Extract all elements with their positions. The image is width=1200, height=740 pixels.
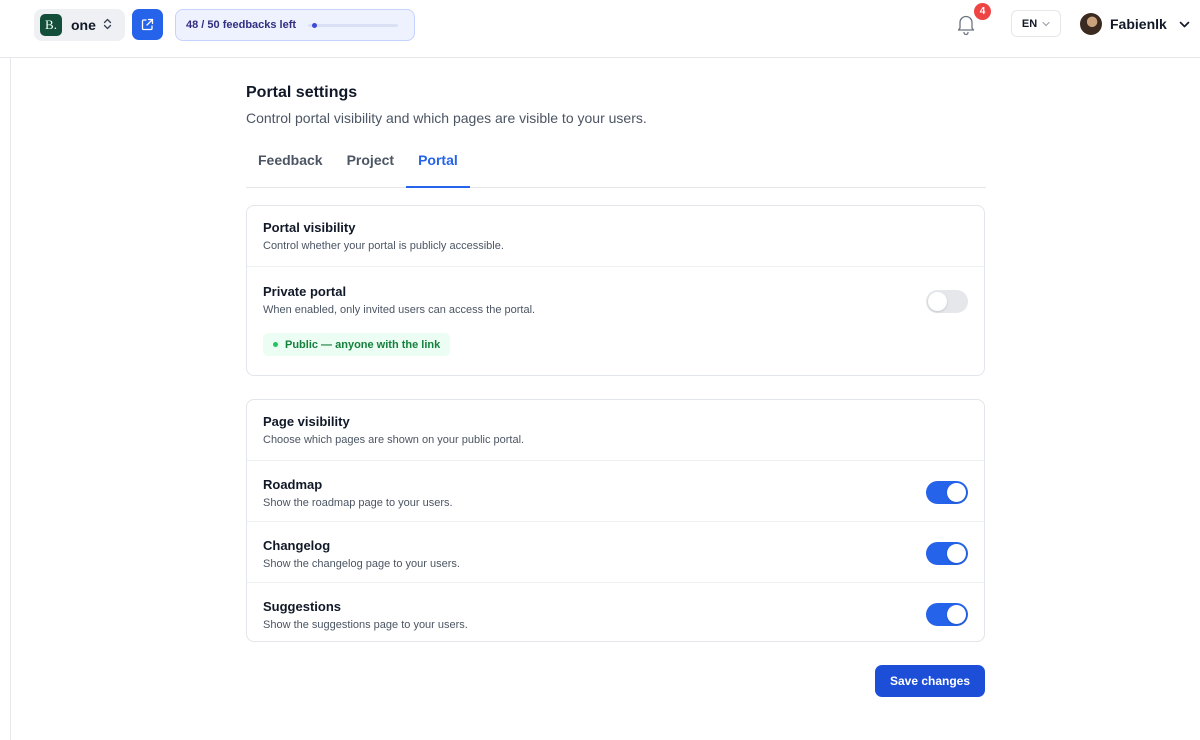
section-subtitle: Control whether your portal is publicly … [263,240,504,252]
setting-description: Show the changelog page to your users. [263,558,460,570]
settings-content: Portal settings Control portal visibilit… [246,84,986,697]
user-menu[interactable]: Fabienlk [1080,12,1190,36]
workspace-name: one [71,17,96,33]
roadmap-toggle[interactable] [926,481,968,504]
page-visibility-card: Page visibility Choose which pages are s… [246,399,985,642]
setting-description: Show the suggestions page to your users. [263,619,468,631]
suggestions-row: Suggestions Show the suggestions page to… [247,583,984,644]
notification-count-badge: 4 [974,3,991,20]
section-subtitle: Choose which pages are shown on your pub… [263,434,525,446]
avatar [1080,13,1102,35]
setting-description: When enabled, only invited users can acc… [263,304,536,316]
quota-text: 48 / 50 feedbacks left [186,19,297,31]
workspace-logo: B. [40,14,62,36]
changelog-row: Changelog Show the changelog page to you… [247,522,984,583]
toggle-knob [947,544,966,563]
feedback-quota[interactable]: 48 / 50 feedbacks left [175,9,415,41]
setting-title: Changelog [263,538,331,553]
chevron-up-down-icon [103,18,112,33]
tab-portal[interactable]: Portal [406,148,470,188]
page-visibility-header: Page visibility Choose which pages are s… [247,400,984,461]
language-select[interactable]: EN [1011,10,1061,37]
setting-title: Suggestions [263,599,342,614]
open-portal-button[interactable] [132,9,163,40]
top-bar: B. one 48 / 50 feedbacks left 4 EN Fabie… [0,0,1200,58]
quota-progress-fill [311,22,317,28]
toggle-knob [947,483,966,502]
private-portal-row: Private portal When enabled, only invite… [247,267,984,356]
chevron-down-icon [1179,17,1190,31]
page-subtitle: Control portal visibility and which page… [246,110,647,126]
status-badge: Public — anyone with the link [263,333,451,356]
save-changes-button[interactable]: Save changes [875,665,985,697]
changelog-toggle[interactable] [926,542,968,565]
setting-title: Private portal [263,284,347,299]
suggestions-toggle[interactable] [926,603,968,626]
tab-feedback[interactable]: Feedback [246,148,335,188]
external-link-icon [141,18,154,31]
workspace-switcher[interactable]: B. one [34,9,125,41]
settings-tabs: Feedback Project Portal [246,148,986,188]
portal-visibility-card: Portal visibility Control whether your p… [246,205,985,376]
page-title: Portal settings [246,84,358,101]
quota-progress-bar [308,22,399,28]
bell-icon [957,15,975,36]
chevron-down-icon [1042,19,1050,29]
left-divider [10,58,11,740]
status-dot-icon [273,342,278,347]
portal-visibility-header: Portal visibility Control whether your p… [247,206,984,267]
status-text: Public — anyone with the link [285,338,441,351]
tab-project[interactable]: Project [335,148,406,188]
toggle-knob [928,292,947,311]
toggle-knob [947,605,966,624]
user-name: Fabienlk [1110,16,1167,32]
language-value: EN [1021,17,1038,30]
section-title: Portal visibility [263,220,356,235]
section-title: Page visibility [263,414,350,429]
roadmap-row: Roadmap Show the roadmap page to your us… [247,461,984,522]
private-portal-toggle[interactable] [926,290,968,313]
notifications-button[interactable] [955,12,977,36]
setting-description: Show the roadmap page to your users. [263,497,453,509]
setting-title: Roadmap [263,477,323,492]
